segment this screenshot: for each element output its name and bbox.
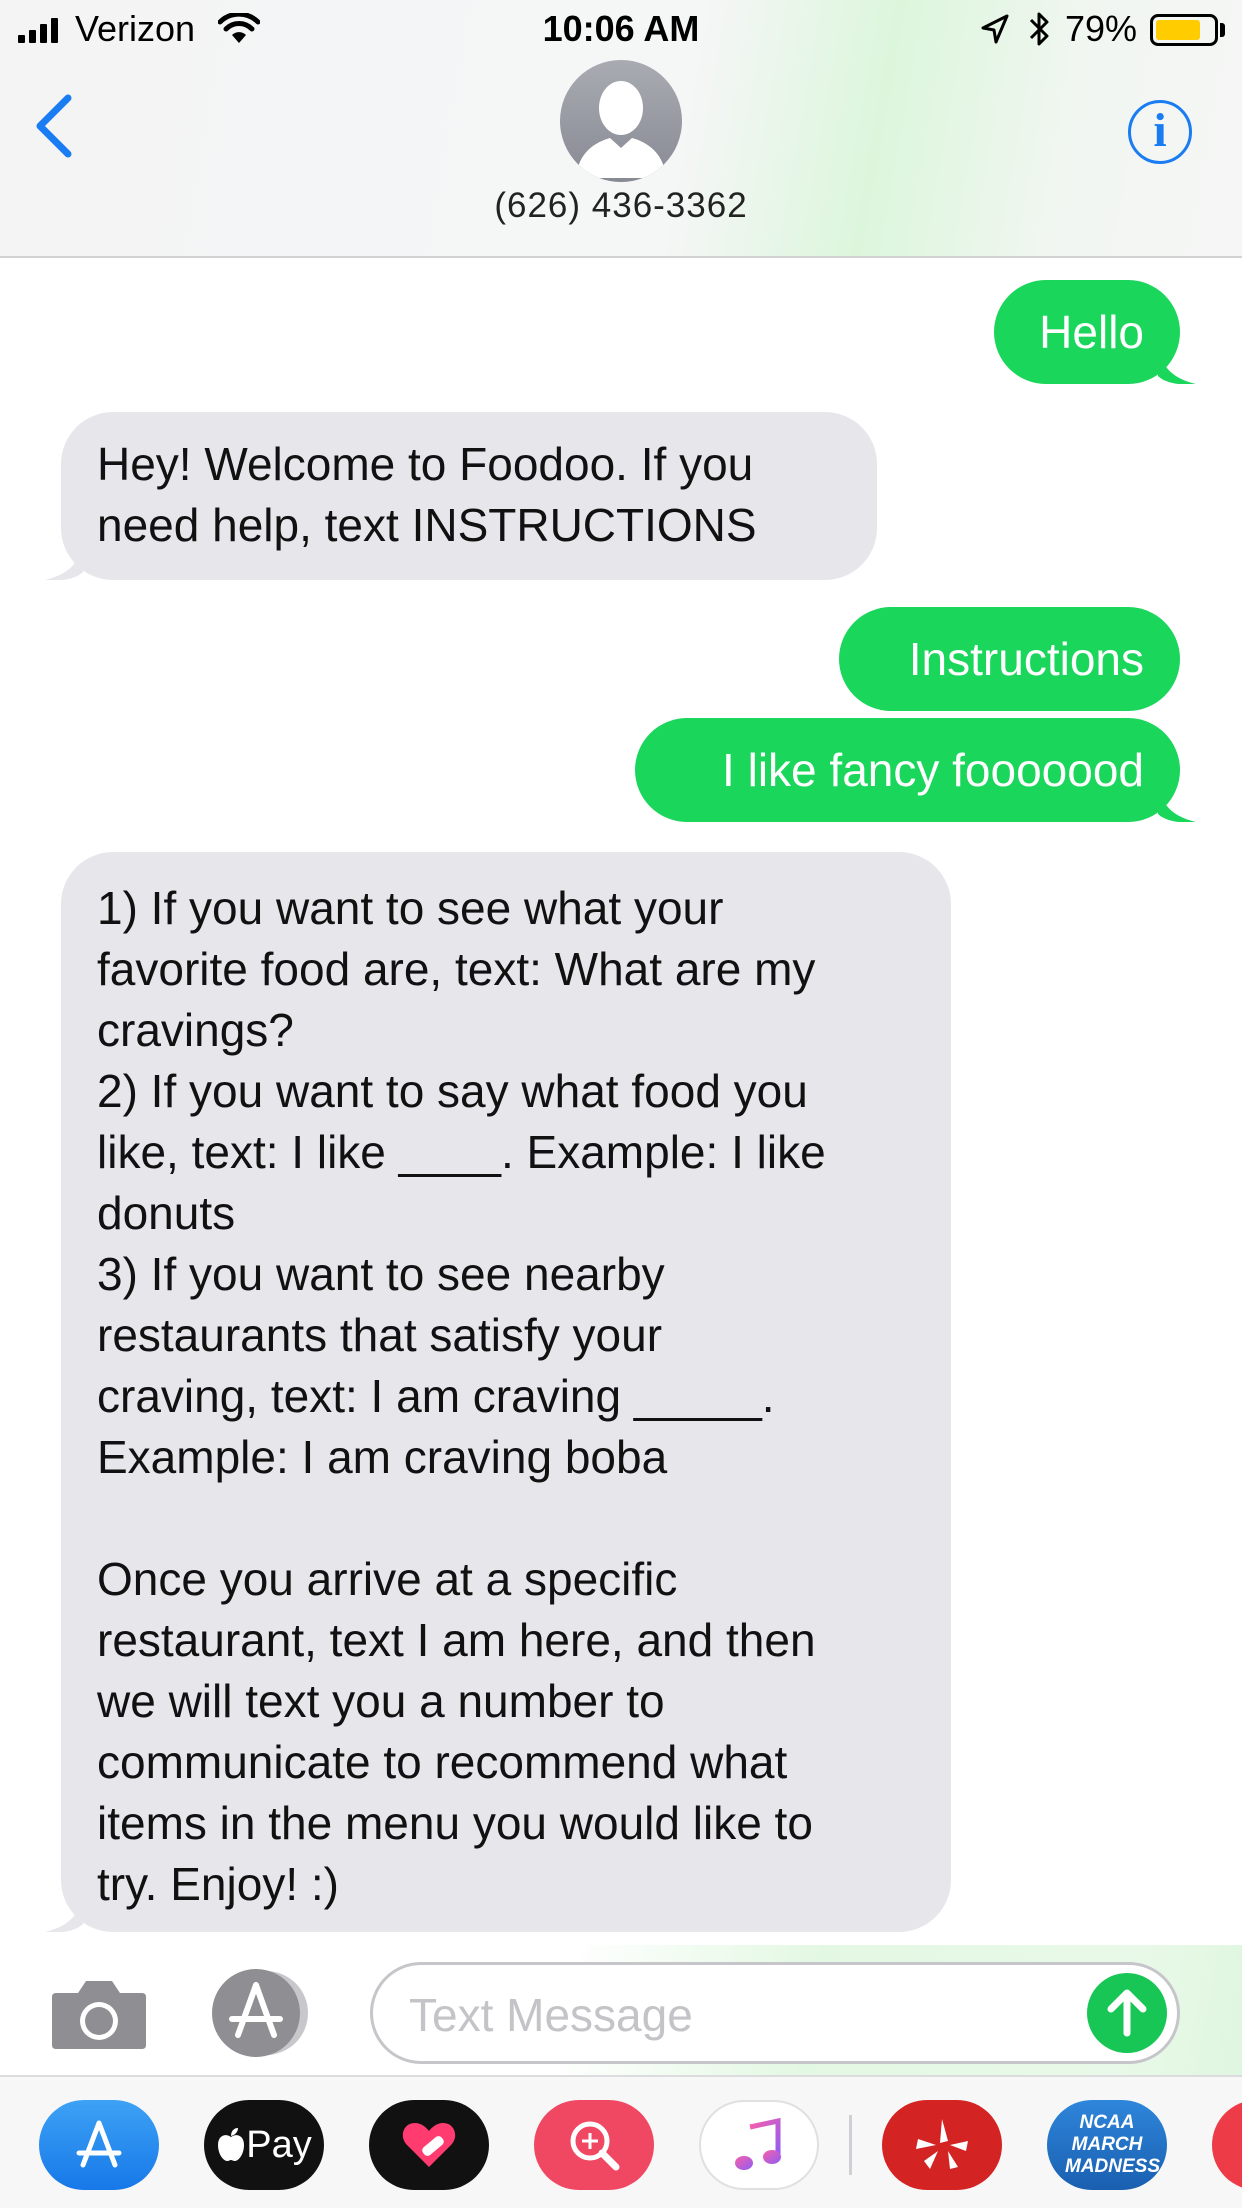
message-text: Instructions bbox=[908, 633, 1144, 685]
bubble-tail bbox=[45, 1892, 83, 1932]
message-text: 1) If you want to see what your favorite… bbox=[97, 882, 826, 1910]
ncaa-march-madness-icon[interactable]: NCAA MARCH MADNESS bbox=[1047, 2100, 1167, 2190]
music-icon[interactable] bbox=[699, 2100, 819, 2190]
bubble-tail bbox=[45, 540, 83, 580]
message-bubble-incoming[interactable]: 1) If you want to see what your favorite… bbox=[45, 852, 951, 1932]
message-composer bbox=[0, 1945, 1242, 2075]
message-text: Hey! Welcome to Foodoo. If you need help… bbox=[97, 438, 757, 551]
info-icon[interactable]: i bbox=[1128, 100, 1192, 164]
location-arrow-icon bbox=[980, 13, 1010, 50]
message-text: Hello bbox=[1039, 306, 1144, 358]
person-silhouette-icon bbox=[576, 81, 666, 178]
message-field[interactable] bbox=[370, 1962, 1180, 2064]
app-store-icon[interactable] bbox=[39, 2100, 159, 2190]
message-bubble-incoming[interactable]: Hey! Welcome to Foodoo. If you need help… bbox=[45, 412, 877, 580]
app-store-button[interactable] bbox=[210, 1967, 308, 2059]
battery-icon bbox=[1150, 14, 1218, 46]
status-time: 10:06 AM bbox=[542, 8, 700, 49]
message-bubble-outgoing[interactable]: Hello bbox=[994, 280, 1196, 384]
imessage-app-drawer: Pay NCAA MARCH MADNESS bbox=[0, 2075, 1242, 2208]
yelp-icon[interactable] bbox=[882, 2100, 1002, 2190]
apple-pay-label: Pay bbox=[246, 2123, 312, 2166]
send-button[interactable] bbox=[1087, 1973, 1167, 2053]
image-search-icon[interactable] bbox=[534, 2100, 654, 2190]
up-arrow-icon bbox=[1107, 1989, 1147, 2037]
message-bubble-outgoing[interactable]: Instructions bbox=[839, 607, 1180, 711]
message-text: I like fancy fooooood bbox=[722, 744, 1144, 796]
digital-touch-icon[interactable] bbox=[369, 2100, 489, 2190]
drawer-divider bbox=[849, 2115, 852, 2175]
contact-number[interactable]: (626) 436-3362 bbox=[0, 186, 1242, 226]
battery-percentage: 79% bbox=[1065, 8, 1138, 49]
conversation-header: Verizon 10:06 AM 79% (626) 436-3362 i bbox=[0, 0, 1242, 258]
battery-level-fill bbox=[1156, 20, 1201, 40]
ncaa-label: NCAA MARCH MADNESS bbox=[1065, 2112, 1161, 2177]
bubble-tail bbox=[1158, 782, 1196, 822]
partial-app-icon[interactable] bbox=[1212, 2100, 1242, 2190]
bubble-tail bbox=[1158, 344, 1196, 384]
battery-nub bbox=[1220, 23, 1225, 37]
status-bar: Verizon 10:06 AM 79% bbox=[0, 0, 1242, 60]
message-input[interactable] bbox=[409, 1985, 1049, 2045]
contact-avatar[interactable] bbox=[560, 60, 682, 182]
message-bubble-outgoing[interactable]: I like fancy fooooood bbox=[635, 718, 1196, 822]
back-chevron-icon[interactable] bbox=[30, 92, 80, 162]
bluetooth-icon bbox=[1027, 10, 1053, 53]
camera-icon[interactable] bbox=[50, 1975, 148, 2056]
apple-logo-icon bbox=[218, 2128, 245, 2161]
apple-pay-icon[interactable]: Pay bbox=[204, 2100, 324, 2190]
